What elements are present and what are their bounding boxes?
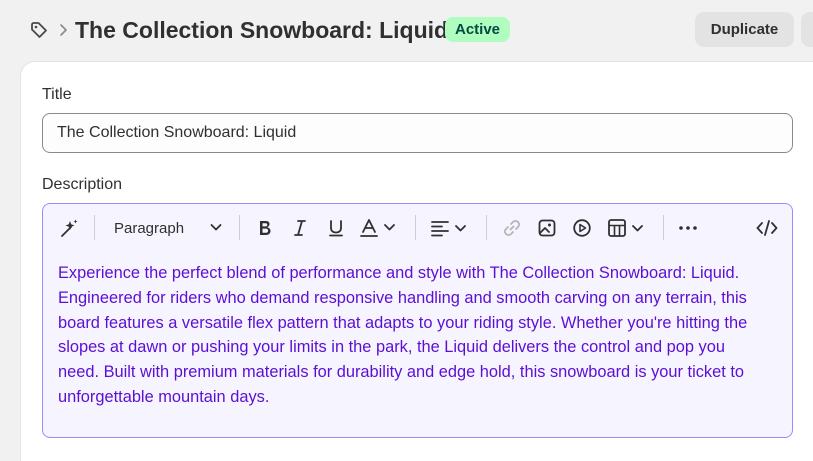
status-badge: Active [445, 17, 511, 42]
title-label: Title [42, 86, 72, 103]
text-color-icon[interactable] [359, 216, 399, 240]
align-icon[interactable] [430, 216, 470, 240]
chevron-down-icon [209, 220, 223, 239]
page-header: The Collection Snowboard: Liquid Active … [0, 0, 813, 60]
toolbar-divider [94, 215, 95, 240]
title-input[interactable] [42, 113, 793, 153]
description-label: Description [42, 176, 123, 193]
toolbar-divider [663, 215, 664, 240]
italic-icon[interactable] [288, 216, 312, 240]
block-format-label: Paragraph [114, 219, 185, 237]
toolbar-divider [486, 215, 487, 240]
bold-icon[interactable] [253, 216, 277, 240]
more-icon[interactable] [676, 216, 700, 240]
toolbar-divider [415, 215, 416, 240]
product-page: The Collection Snowboard: Liquid Active … [0, 0, 813, 461]
video-icon[interactable] [570, 216, 594, 240]
underline-icon[interactable] [324, 216, 348, 240]
toolbar-divider [239, 215, 240, 240]
image-icon[interactable] [535, 216, 559, 240]
description-text[interactable]: Experience the perfect blend of performa… [58, 261, 770, 410]
page-title: The Collection Snowboard: Liquid [75, 17, 449, 43]
duplicate-button[interactable]: Duplicate [695, 12, 794, 47]
breadcrumb-chevron-icon [56, 20, 70, 40]
tag-icon[interactable] [28, 19, 50, 41]
block-format-select[interactable]: Paragraph [105, 215, 225, 241]
link-icon[interactable] [500, 216, 524, 240]
magic-icon[interactable] [57, 216, 81, 240]
more-actions-button[interactable] [801, 12, 813, 47]
table-icon[interactable] [607, 216, 647, 240]
code-icon[interactable] [755, 216, 779, 240]
description-editor[interactable]: Paragraph Experience the perfect blend o… [42, 203, 793, 438]
editor-toolbar: Paragraph [43, 204, 792, 252]
